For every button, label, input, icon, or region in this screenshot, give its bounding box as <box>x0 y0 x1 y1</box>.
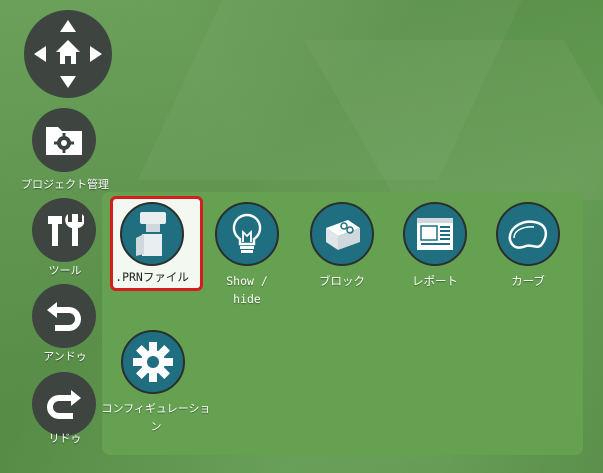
curve-button[interactable]: カーブ <box>482 202 574 292</box>
home-dpad-icon[interactable] <box>24 10 112 98</box>
block-icon <box>310 202 374 266</box>
report-icon <box>403 202 467 266</box>
block-label: ブロック <box>319 274 365 288</box>
wrench-hammer-icon <box>32 198 96 262</box>
curve-icon <box>496 202 560 266</box>
prn-file-button[interactable]: .PRNファイル <box>110 202 202 292</box>
undo-arrow-icon <box>32 284 96 348</box>
configuration-button[interactable]: コンフィギュレーション <box>101 330 217 433</box>
show-hide-button[interactable]: Show / hide <box>201 202 293 306</box>
report-button[interactable]: レポート <box>389 202 481 292</box>
show-hide-label: Show / hide <box>226 274 268 306</box>
prn-file-icon <box>120 202 184 266</box>
redo-arrow-icon <box>32 372 96 436</box>
configuration-label: コンフィギュレーション <box>101 402 211 433</box>
curve-label: カーブ <box>511 274 545 288</box>
report-label: レポート <box>412 274 458 288</box>
folder-gear-icon <box>32 108 96 172</box>
project-management-button[interactable]: プロジェクト管理 <box>0 108 130 193</box>
gear-icon <box>121 330 185 394</box>
prn-file-label: .PRNファイル <box>115 270 189 284</box>
lightbulb-icon <box>215 202 279 266</box>
project-management-label: プロジェクト管理 <box>21 178 109 191</box>
nav-dpad[interactable] <box>0 0 130 100</box>
block-button[interactable]: ブロック <box>296 202 388 292</box>
